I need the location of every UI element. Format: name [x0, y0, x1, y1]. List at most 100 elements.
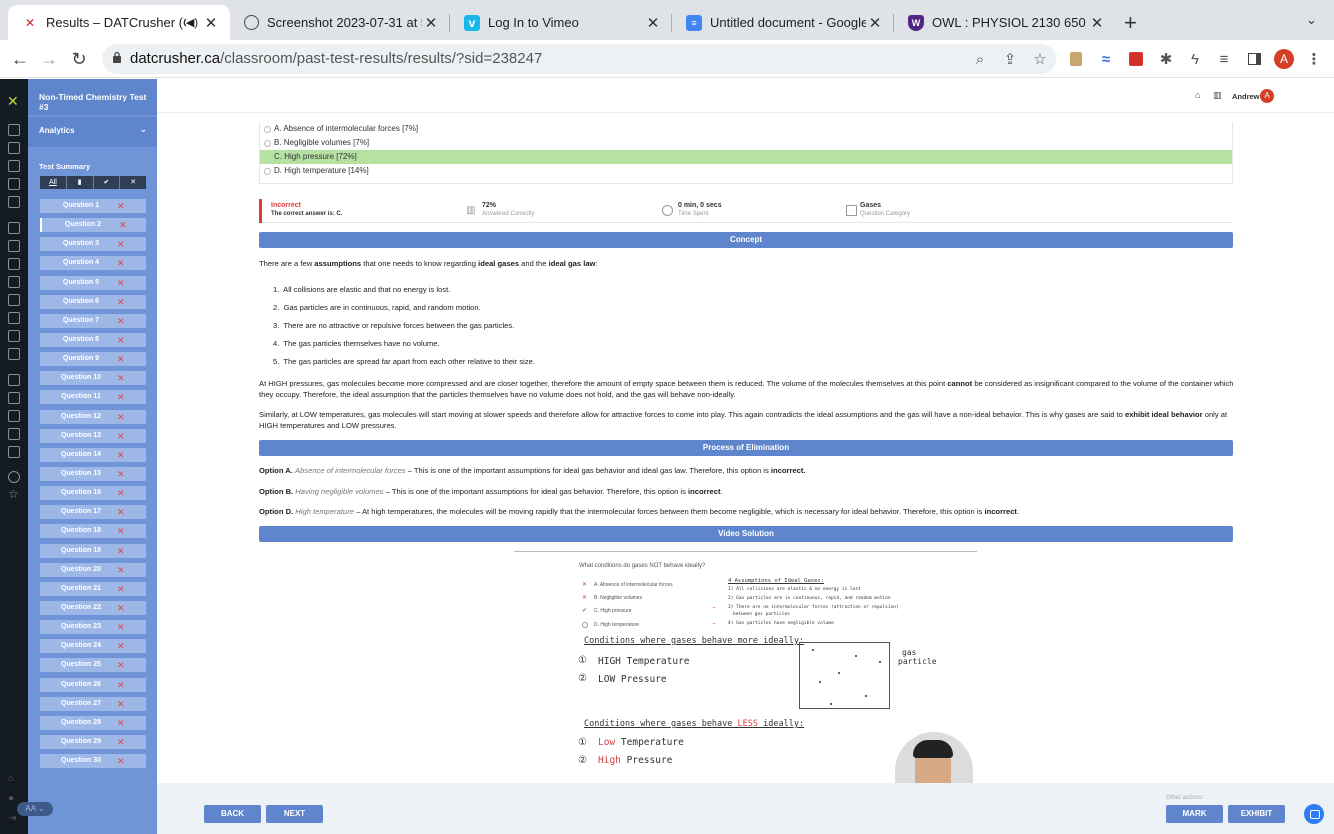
pdf-extension-icon[interactable]	[1126, 49, 1146, 69]
reload-icon[interactable]: ↻	[68, 48, 90, 70]
file-icon[interactable]	[8, 330, 20, 342]
help-circle-icon[interactable]	[8, 471, 20, 483]
close-tab-icon[interactable]: ✕	[866, 14, 884, 32]
mark-button[interactable]: MARK	[1166, 805, 1223, 823]
back-button[interactable]: BACK	[204, 805, 261, 823]
analytics-toggle[interactable]: Analytics ⌄	[28, 117, 157, 147]
user-name[interactable]: Andrew	[1232, 92, 1260, 101]
speaker-icon[interactable]: ◀)	[186, 16, 198, 29]
layers-icon[interactable]	[8, 276, 20, 288]
lightning-extension-icon[interactable]: ϟ	[1185, 49, 1205, 69]
notes-icon[interactable]	[8, 312, 20, 324]
video-solution-player[interactable]: What conditions do gases NOT behave idea…	[514, 551, 977, 783]
home-icon[interactable]: ⌂	[8, 773, 14, 784]
question-nav-item[interactable]: Question 29 ✕	[40, 734, 146, 749]
question-nav-item[interactable]: Question 26 ✕	[40, 677, 146, 692]
question-nav-item[interactable]: Question 10 ✕	[40, 371, 146, 386]
forward-arrow-icon[interactable]: →	[38, 48, 60, 70]
flask-icon[interactable]	[8, 160, 20, 172]
question-nav-item[interactable]: Question 16 ✕	[40, 486, 146, 501]
filter-all-button[interactable]: All	[40, 176, 67, 189]
browser-tab-datcrusher[interactable]: ✕ Results – DATCrusher (Can ◀) ✕	[8, 5, 230, 40]
question-nav-item[interactable]: Question 22 ✕	[40, 600, 146, 615]
puzzle-extensions-icon[interactable]: ✱	[1156, 49, 1176, 69]
question-nav-item[interactable]: Question 8 ✕	[40, 332, 146, 347]
copy-icon[interactable]	[8, 428, 20, 440]
browser-tab-google-doc[interactable]: ≡ Untitled document - Google Do ✕	[672, 5, 894, 40]
question-nav-item[interactable]: Question 19 ✕	[40, 543, 146, 558]
accessibility-toggle[interactable]: AA ⌄	[17, 802, 53, 816]
question-nav-item[interactable]: Question 4 ✕	[40, 256, 146, 271]
chart-icon[interactable]	[8, 348, 20, 360]
question-nav-item[interactable]: Question 18 ✕	[40, 524, 146, 539]
edit-list-icon[interactable]	[8, 374, 20, 386]
question-nav-item[interactable]: Question 13 ✕	[40, 428, 146, 443]
reading-list-icon[interactable]: ≡	[1214, 49, 1234, 69]
question-nav-item[interactable]: Question 25 ✕	[40, 658, 146, 673]
close-tab-icon[interactable]: ✕	[202, 14, 220, 32]
datcrusher-logo-icon[interactable]: ✕	[7, 93, 19, 110]
zoom-icon[interactable]: ⌕	[970, 49, 990, 69]
dashboard-icon[interactable]	[8, 124, 20, 136]
check-icon[interactable]: ✔	[94, 176, 121, 189]
question-nav-item[interactable]: Question 24 ✕	[40, 639, 146, 654]
chat-support-icon[interactable]	[1304, 804, 1324, 824]
question-nav-item[interactable]: Question 27 ✕	[40, 696, 146, 711]
logout-icon[interactable]: ⇥	[8, 813, 16, 824]
question-nav-item[interactable]: Question 2 ✕	[40, 218, 146, 233]
question-nav-item[interactable]: Question 20 ✕	[40, 562, 146, 577]
question-nav-item[interactable]: Question 15 ✕	[40, 466, 146, 481]
back-arrow-icon[interactable]: ←	[9, 48, 31, 70]
monitor-icon[interactable]	[8, 258, 20, 270]
handwritten-high-pressure: High Pressure	[598, 755, 673, 766]
checklist-icon[interactable]	[8, 392, 20, 404]
browser-tab-screenshot[interactable]: Screenshot 2023-07-31 at 5.0 ✕	[230, 5, 450, 40]
gear-icon[interactable]	[8, 240, 20, 252]
bookmark-star-icon[interactable]: ☆	[1030, 49, 1050, 69]
question-nav-item[interactable]: Question 12 ✕	[40, 409, 146, 424]
waveform-extension-icon[interactable]: ≈	[1096, 49, 1116, 69]
close-tab-icon[interactable]: ✕	[1088, 14, 1106, 32]
toolbox-icon[interactable]	[8, 446, 20, 458]
close-tab-icon[interactable]: ✕	[644, 14, 662, 32]
x-icon[interactable]: ✕	[120, 176, 146, 189]
kebab-menu-icon[interactable]: ⋮	[1304, 49, 1324, 69]
library-icon[interactable]: ▥	[1213, 90, 1223, 100]
question-nav-item[interactable]: Question 1 ✕	[40, 199, 146, 213]
archive-icon[interactable]	[8, 294, 20, 306]
next-button[interactable]: NEXT	[266, 805, 323, 823]
side-panel-icon[interactable]	[1244, 49, 1264, 69]
profile-avatar[interactable]: A	[1274, 49, 1294, 69]
exhibit-button[interactable]: EXHIBIT	[1228, 805, 1285, 823]
browser-tab-owl[interactable]: W OWL : PHYSIOL 2130 650 SU2 ✕	[894, 5, 1116, 40]
share-icon[interactable]: ⇪	[1000, 49, 1020, 69]
question-nav-item[interactable]: Question 17 ✕	[40, 505, 146, 520]
question-nav-item[interactable]: Question 7 ✕	[40, 313, 146, 328]
bookmark-icon[interactable]: ▮	[67, 176, 94, 189]
user-icon[interactable]: ●	[8, 793, 14, 804]
question-nav-item[interactable]: Question 30 ✕	[40, 754, 146, 769]
question-nav-item[interactable]: Question 9 ✕	[40, 352, 146, 367]
question-nav-item[interactable]: Question 28 ✕	[40, 715, 146, 730]
question-nav-item[interactable]: Question 3 ✕	[40, 237, 146, 252]
calculator-extension-icon[interactable]	[1066, 49, 1086, 69]
pencil-icon[interactable]	[8, 142, 20, 154]
new-tab-plus-icon[interactable]: +	[1124, 10, 1137, 36]
library-icon[interactable]	[8, 196, 20, 208]
browser-tab-vimeo[interactable]: v Log In to Vimeo ✕	[450, 5, 672, 40]
network-icon[interactable]	[8, 410, 20, 422]
question-nav-item[interactable]: Question 6 ✕	[40, 294, 146, 309]
molecule-icon[interactable]	[8, 178, 20, 190]
question-nav-item[interactable]: Question 23 ✕	[40, 620, 146, 635]
user-avatar[interactable]: A	[1260, 89, 1274, 103]
tab-search-chevron-icon[interactable]: ⌄	[1306, 12, 1317, 28]
question-nav-item[interactable]: Question 5 ✕	[40, 275, 146, 290]
close-tab-icon[interactable]: ✕	[422, 14, 440, 32]
star-icon[interactable]: ☆	[8, 487, 19, 501]
question-nav-item[interactable]: Question 21 ✕	[40, 581, 146, 596]
question-nav-item[interactable]: Question 14 ✕	[40, 447, 146, 462]
book-icon[interactable]	[8, 222, 20, 234]
question-nav-item[interactable]: Question 11 ✕	[40, 390, 146, 405]
home-icon[interactable]: ⌂	[1195, 90, 1205, 100]
address-bar[interactable]: datcrusher.ca/classroom/past-test-result…	[102, 44, 1056, 74]
